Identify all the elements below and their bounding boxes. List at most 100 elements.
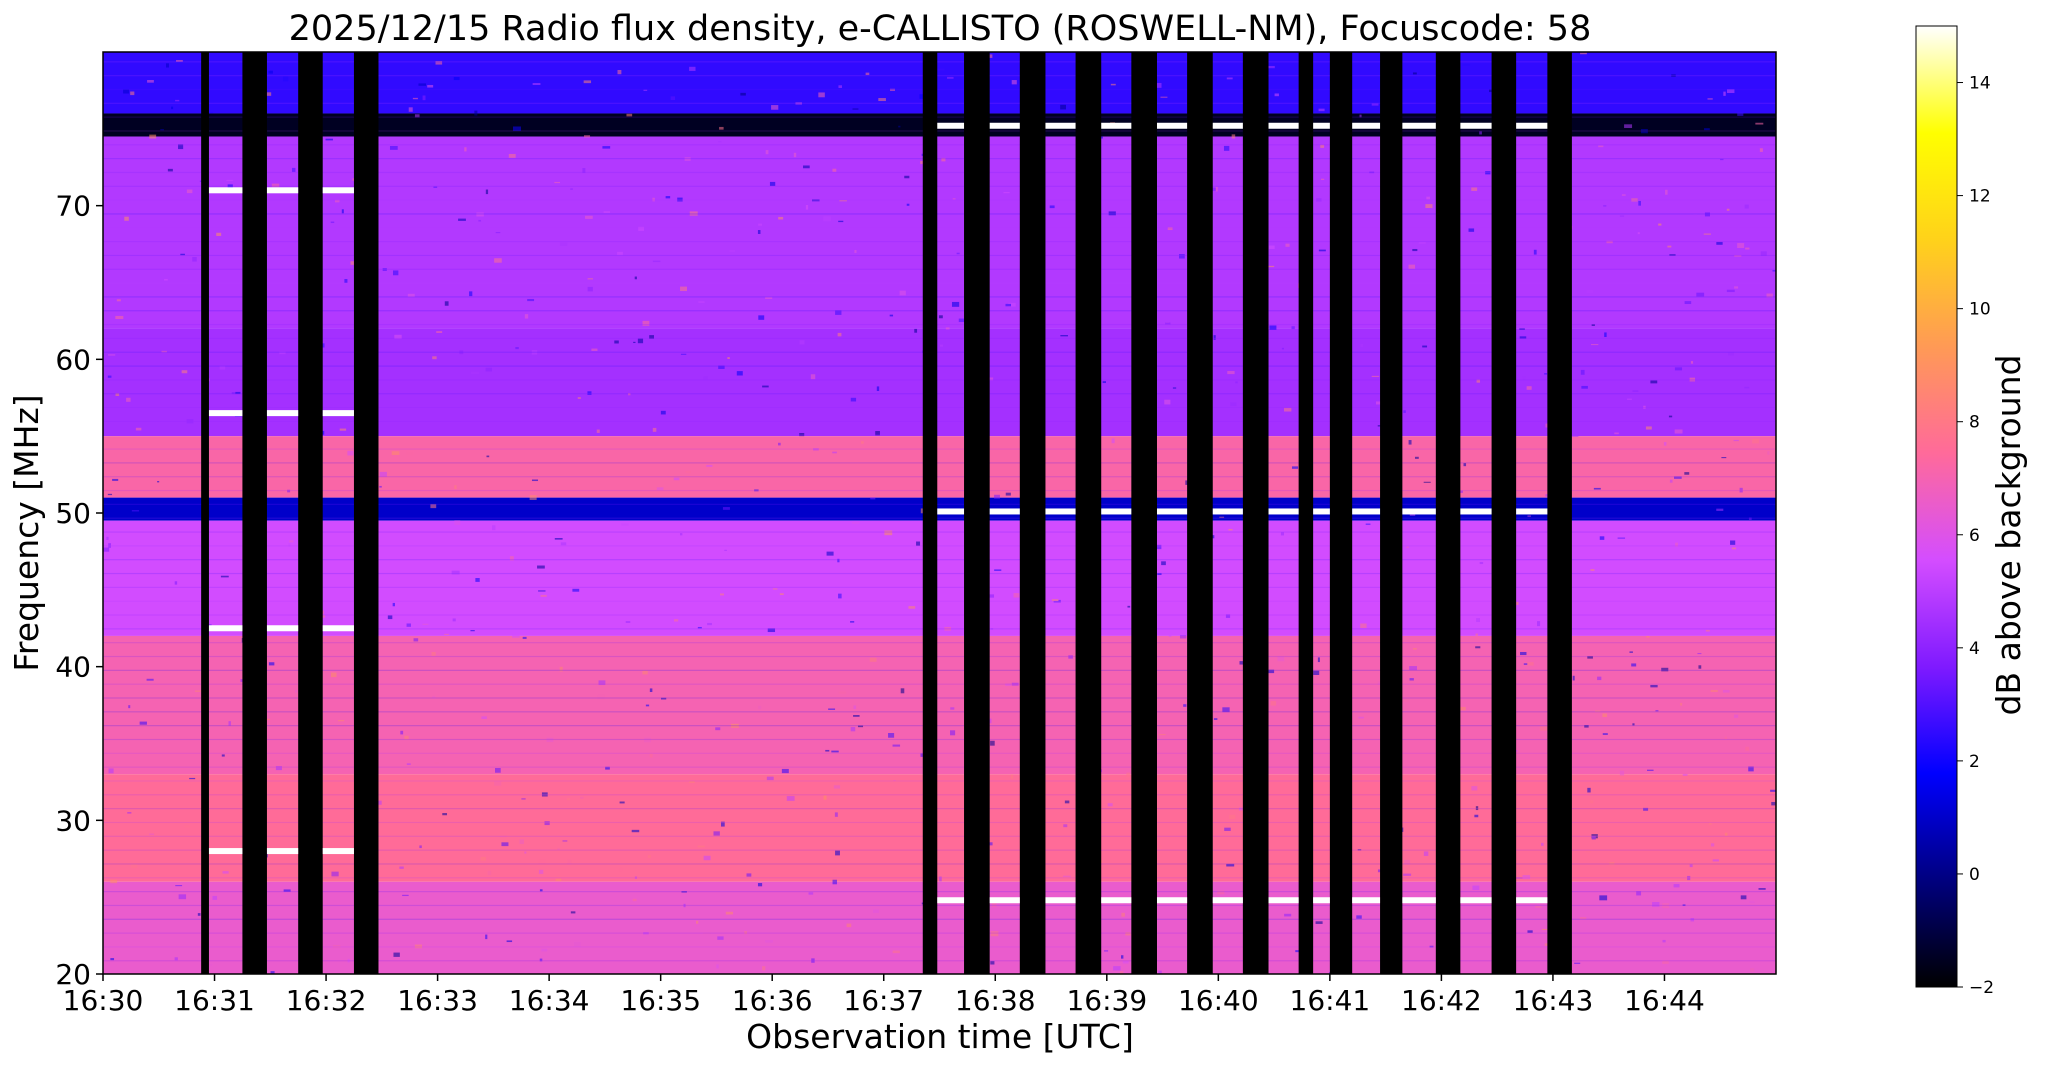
texture-cell bbox=[524, 851, 527, 854]
texture-cell bbox=[1544, 373, 1548, 375]
texture-cell bbox=[192, 256, 197, 262]
texture-cell bbox=[1716, 508, 1724, 511]
late-marker bbox=[1313, 897, 1330, 904]
texture-cell bbox=[621, 523, 629, 526]
texture-cell bbox=[486, 455, 490, 458]
texture-cell bbox=[1599, 536, 1605, 540]
texture-cell bbox=[402, 894, 409, 897]
texture-cell bbox=[1667, 245, 1672, 248]
texture-cell bbox=[1409, 678, 1414, 681]
texture-cell bbox=[614, 340, 619, 344]
texture-cell bbox=[725, 911, 733, 915]
texture-cell bbox=[495, 767, 501, 773]
y-tick-label: 70 bbox=[55, 190, 91, 223]
texture-cell bbox=[1519, 328, 1525, 330]
early-marker bbox=[208, 625, 243, 632]
texture-cell bbox=[228, 721, 231, 726]
texture-cell bbox=[538, 869, 544, 874]
texture-cell bbox=[139, 721, 147, 725]
texture-cell bbox=[652, 427, 657, 432]
texture-cell bbox=[835, 850, 840, 856]
colorbar-tick-label: 8 bbox=[1969, 413, 1980, 433]
chart-title: 2025/12/15 Radio flux density, e-CALLIST… bbox=[289, 9, 1592, 49]
texture-cell bbox=[1412, 248, 1418, 252]
texture-cell bbox=[1320, 178, 1325, 180]
late-marker bbox=[1460, 897, 1492, 904]
texture-cell bbox=[1317, 657, 1320, 663]
x-tick-label: 16:31 bbox=[174, 984, 255, 1017]
texture-cell bbox=[1062, 875, 1071, 878]
texture-cell bbox=[838, 593, 842, 599]
texture-cell bbox=[544, 821, 550, 826]
dropout-column-8 bbox=[1131, 52, 1157, 974]
spectrogram-figure: 2025/12/15 Radio flux density, e-CALLIST… bbox=[7, 9, 2028, 1056]
texture-cell bbox=[110, 879, 118, 884]
texture-cell bbox=[444, 301, 449, 306]
early-marker bbox=[208, 187, 243, 194]
texture-cell bbox=[1409, 666, 1417, 671]
texture-cell bbox=[1231, 134, 1236, 139]
texture-cell bbox=[680, 286, 687, 292]
texture-cell bbox=[869, 657, 877, 662]
texture-cell bbox=[157, 480, 160, 483]
texture-cell bbox=[1638, 200, 1641, 206]
texture-cell bbox=[1356, 915, 1362, 919]
late-marker bbox=[1352, 897, 1381, 904]
texture-cell bbox=[1539, 726, 1548, 731]
texture-cell bbox=[1063, 824, 1068, 828]
texture-cell bbox=[587, 278, 593, 280]
texture-cell bbox=[769, 181, 776, 186]
texture-cell bbox=[1060, 104, 1066, 110]
texture-cell bbox=[1005, 492, 1011, 496]
texture-cell bbox=[540, 594, 547, 597]
texture-cell bbox=[758, 223, 763, 226]
late-marker bbox=[1516, 122, 1548, 129]
texture-cell bbox=[1003, 192, 1010, 194]
texture-cell bbox=[1771, 801, 1776, 806]
texture-cell bbox=[474, 110, 478, 116]
texture-cell bbox=[1159, 845, 1162, 850]
texture-cell bbox=[494, 258, 502, 263]
texture-cell bbox=[1674, 429, 1683, 434]
texture-cell bbox=[1752, 439, 1760, 444]
texture-cell bbox=[587, 286, 593, 292]
texture-cell bbox=[541, 948, 548, 952]
texture-cell bbox=[494, 781, 502, 786]
texture-cell bbox=[719, 126, 724, 130]
texture-cell bbox=[602, 146, 611, 149]
texture-cell bbox=[1160, 96, 1168, 98]
texture-cell bbox=[781, 768, 789, 774]
texture-cell bbox=[1277, 656, 1285, 662]
texture-cell bbox=[703, 376, 708, 380]
early-marker bbox=[266, 848, 299, 855]
dropout-column-5 bbox=[964, 52, 990, 974]
texture-cell bbox=[757, 230, 761, 234]
texture-cell bbox=[952, 198, 956, 200]
texture-cell bbox=[487, 870, 492, 876]
texture-cell bbox=[583, 135, 591, 138]
texture-cell bbox=[1590, 800, 1594, 804]
texture-cell bbox=[852, 108, 859, 110]
texture-cell bbox=[1705, 629, 1710, 632]
texture-cell bbox=[107, 493, 113, 496]
texture-cell bbox=[1358, 716, 1364, 719]
texture-cell bbox=[1603, 205, 1607, 207]
texture-cell bbox=[427, 84, 434, 88]
texture-cell bbox=[793, 152, 797, 158]
dropout-column-14 bbox=[1435, 52, 1461, 974]
texture-cell bbox=[619, 867, 623, 872]
x-tick-label: 16:39 bbox=[1066, 984, 1147, 1017]
texture-cell bbox=[1409, 514, 1416, 516]
texture-cell bbox=[1631, 663, 1637, 667]
texture-cell bbox=[1223, 145, 1230, 151]
texture-cell bbox=[757, 883, 763, 887]
dropout-column-4 bbox=[922, 52, 938, 974]
texture-cell bbox=[736, 371, 743, 376]
texture-cell bbox=[1213, 335, 1216, 340]
texture-cell bbox=[1235, 381, 1238, 384]
texture-cell bbox=[289, 540, 294, 543]
texture-cell bbox=[1471, 187, 1478, 191]
late-marker bbox=[1352, 508, 1381, 515]
texture-cell bbox=[834, 812, 838, 817]
texture-cell bbox=[832, 451, 837, 454]
